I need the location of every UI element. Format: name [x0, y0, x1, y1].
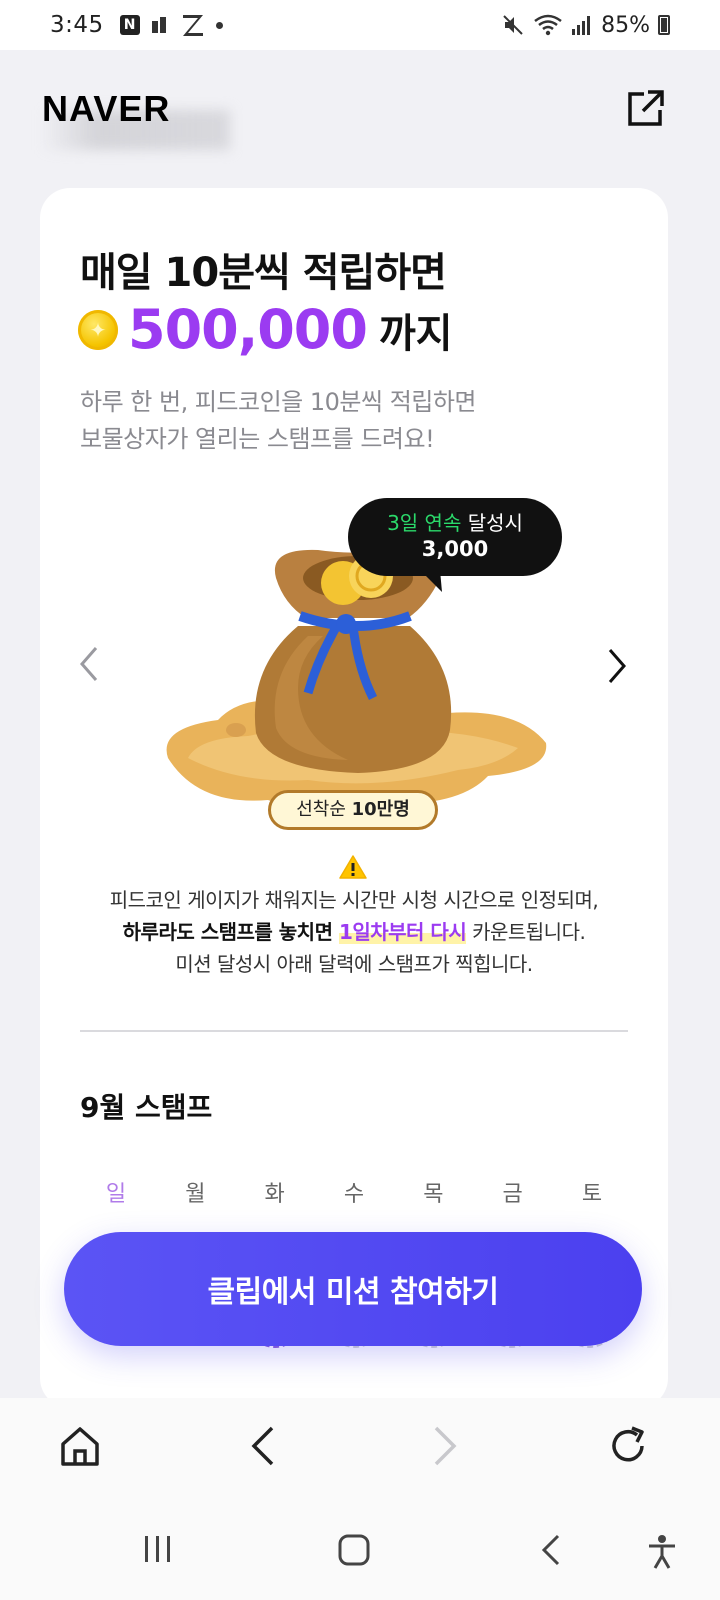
join-mission-button[interactable]: 클립에서 미션 참여하기	[64, 1232, 642, 1346]
badge-prefix: 선착순	[296, 799, 352, 820]
status-bar: 3:45 N 85%	[0, 0, 720, 50]
chevron-left-icon[interactable]	[76, 644, 100, 684]
weekday-header: 일 월 화 수 목 금 토	[78, 1176, 630, 1208]
limited-badge: 선착순 10만명	[268, 790, 438, 830]
notice-line-2: 하루라도 스탬프를 놓치면 1일차부터 다시 카운트됩니다.	[40, 916, 668, 948]
weekday-tue: 화	[264, 1182, 285, 1207]
desc-line-1: 하루 한 번, 피드코인을 10분씩 적립하면	[80, 388, 477, 416]
browser-toolbar	[0, 1398, 720, 1498]
home-nav-icon[interactable]	[338, 1534, 370, 1566]
amount-row: ✦ 500,000 까지	[78, 298, 453, 361]
weekday-sun: 일	[105, 1182, 127, 1207]
forward-icon[interactable]	[430, 1424, 460, 1468]
notice-line-1: 피드코인 게이지가 채워지는 시간만 시청 시간으로 인정되며,	[109, 888, 599, 912]
weekday-fri: 금	[502, 1182, 523, 1207]
mute-icon	[503, 15, 523, 35]
bubble-amount: 3,000	[421, 537, 489, 561]
weekday-sat: 토	[581, 1182, 603, 1207]
system-navigation-bar	[0, 1498, 720, 1600]
notice-bold: 하루라도 스탬프를 놓치면	[122, 920, 339, 944]
more-notifications-icon	[215, 21, 223, 29]
wifi-icon	[534, 14, 562, 36]
signal-icon	[572, 16, 591, 35]
notice-text: 피드코인 게이지가 채워지는 시간만 시청 시간으로 인정되며, 하루라도 스탬…	[40, 884, 668, 980]
amount-suffix: 까지	[378, 310, 453, 357]
bubble-line: 3일 연속 달성시	[348, 510, 562, 536]
bubble-text: 달성시	[461, 511, 523, 535]
notice-line-3: 미션 달성시 아래 달력에 스탬프가 찍힙니다.	[175, 952, 533, 976]
coin-icon: ✦	[78, 309, 118, 350]
reward-carousel: 3일 연속 달성시 3,000 선착순 10만명	[40, 488, 668, 838]
app-header: NAVER	[0, 50, 720, 160]
notice-highlight: 1일차부터 다시	[338, 920, 467, 944]
chevron-right-icon[interactable]	[606, 646, 630, 686]
promo-card: 매일 10분씩 적립하면 ✦ 500,000 까지 하루 한 번, 피드코인을 …	[40, 188, 668, 1408]
back-icon[interactable]	[248, 1424, 278, 1468]
badge-strong: 10만명	[351, 799, 410, 820]
external-link-icon[interactable]	[624, 86, 668, 130]
status-time: 3:45	[50, 12, 104, 38]
divider	[80, 1030, 628, 1032]
naver-logo[interactable]: NAVER	[42, 88, 170, 130]
home-icon[interactable]	[58, 1424, 102, 1468]
promo-description: 하루 한 번, 피드코인을 10분씩 적립하면 보물상자가 열리는 스탬프를 드…	[80, 384, 640, 458]
back-nav-icon[interactable]	[540, 1534, 562, 1566]
notification-icon	[151, 17, 166, 33]
warning-icon	[339, 855, 367, 879]
accessibility-icon[interactable]	[646, 1534, 678, 1570]
headline: 매일 10분씩 적립하면	[80, 250, 447, 296]
weekday-thu: 목	[423, 1182, 444, 1207]
notice-tail: 카운트됩니다.	[466, 920, 586, 944]
battery-icon	[658, 15, 670, 35]
bonus-speech-bubble: 3일 연속 달성시 3,000	[348, 498, 562, 576]
naver-app-icon: N	[119, 15, 140, 35]
battery-percent: 85%	[601, 12, 650, 38]
bubble-highlight: 3일 연속	[387, 511, 462, 535]
stamp-calendar-title: 9월 스탬프	[80, 1091, 213, 1124]
weekday-mon: 월	[185, 1182, 206, 1207]
z-app-icon	[182, 15, 203, 36]
weekday-wed: 수	[343, 1182, 365, 1207]
refresh-icon[interactable]	[606, 1424, 650, 1468]
recent-apps-icon[interactable]	[142, 1534, 174, 1564]
desc-line-2: 보물상자가 열리는 스탬프를 드려요!	[80, 425, 435, 453]
reward-amount: 500,000	[128, 298, 368, 361]
